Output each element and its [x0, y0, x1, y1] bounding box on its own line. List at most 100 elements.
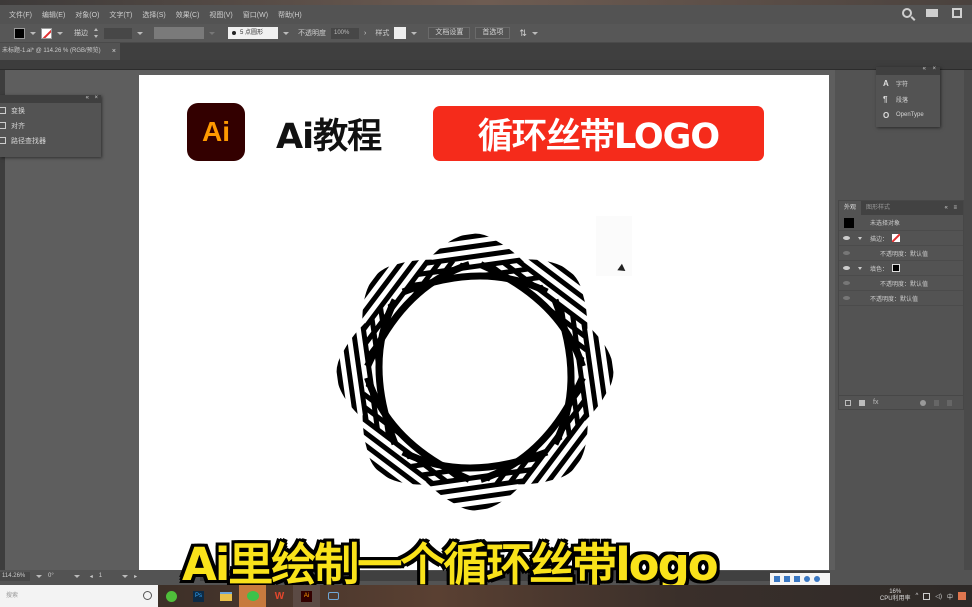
panel-header[interactable]: « × — [0, 95, 101, 103]
close-icon[interactable]: × — [932, 66, 936, 72]
visibility-eye-icon[interactable] — [843, 251, 850, 255]
notification-icon[interactable] — [958, 592, 966, 600]
cortana-icon[interactable] — [143, 591, 152, 600]
appearance-panel-footer: fx — [839, 395, 963, 409]
volume-icon[interactable]: ◁) — [935, 593, 942, 600]
chevron-right-icon[interactable]: › — [364, 30, 366, 37]
search-icon[interactable] — [902, 8, 912, 18]
stroke-weight-input[interactable] — [104, 27, 132, 39]
panel-menu-icon[interactable]: « ≡ — [944, 205, 959, 211]
ime-indicator[interactable]: 中 — [947, 592, 953, 601]
style-label: 样式 — [375, 30, 390, 37]
stroke-weight-stepper[interactable] — [93, 28, 99, 38]
appearance-fill-opacity-row[interactable]: 不透明度：默认值 — [839, 276, 963, 291]
artboard-number-field[interactable]: 1 — [99, 573, 102, 579]
delete-item-icon[interactable] — [947, 399, 953, 406]
menu-object[interactable]: 对象(O) — [70, 10, 104, 20]
zoom-level-field[interactable]: 114.26% — [0, 571, 30, 581]
appearance-stroke-row[interactable]: 描边： — [839, 231, 963, 246]
paragraph-icon: ¶ — [883, 94, 888, 104]
appearance-stroke-opacity-row[interactable]: 不透明度：默认值 — [839, 246, 963, 261]
arrange-icon[interactable]: ⇅ — [519, 28, 527, 39]
panel-item-pathfinder[interactable]: 路径查找器 — [0, 133, 101, 148]
cpu-meter[interactable]: 16% CPU利用率 — [880, 589, 911, 603]
menu-select[interactable]: 选择(S) — [137, 10, 170, 20]
taskbar-app-photoshop[interactable]: Ps — [185, 585, 212, 607]
taskbar-app-recorder[interactable] — [320, 585, 347, 607]
rotation-field[interactable]: 0° — [48, 573, 54, 579]
disclosure-triangle-icon[interactable] — [858, 266, 862, 270]
collapse-icon[interactable]: « — [923, 66, 926, 72]
menu-file[interactable]: 文件(F) — [4, 10, 37, 20]
disclosure-triangle-icon[interactable] — [858, 236, 862, 240]
menu-edit[interactable]: 编辑(E) — [37, 10, 70, 20]
opacity-input[interactable]: 100% — [331, 27, 359, 39]
document-tab[interactable]: 未标题-1.ai* @ 114.26 % (RGB/预览) × — [0, 43, 120, 60]
brush-definition-select[interactable]: 5 点圆形 — [228, 27, 278, 39]
tab-graphic-styles[interactable]: 图形样式 — [861, 201, 895, 215]
chevron-down-icon[interactable] — [30, 31, 36, 35]
appearance-opacity-row[interactable]: 不透明度：默认值 — [839, 291, 963, 306]
vertical-scrollbar[interactable] — [964, 70, 972, 570]
add-stroke-icon[interactable] — [845, 399, 851, 406]
panel-header[interactable]: « × — [876, 66, 940, 75]
panel-item-character[interactable]: A 字符 — [876, 75, 940, 91]
taskbar-app-wps[interactable]: W — [266, 585, 293, 607]
horizontal-ruler[interactable] — [0, 60, 972, 70]
collapse-icon[interactable]: « — [86, 95, 89, 101]
chevron-down-icon[interactable] — [531, 31, 538, 35]
close-icon[interactable]: × — [112, 43, 116, 60]
fill-swatch[interactable] — [892, 264, 901, 272]
preferences-button[interactable]: 首选项 — [475, 27, 511, 39]
network-icon[interactable] — [923, 592, 931, 600]
fill-swatch[interactable] — [14, 27, 25, 39]
variable-width-profile[interactable] — [154, 27, 204, 39]
taskbar-app-wechat[interactable] — [239, 585, 266, 607]
chevron-down-icon[interactable] — [122, 574, 129, 578]
stroke-swatch[interactable] — [41, 27, 52, 39]
duplicate-item-icon[interactable] — [934, 399, 940, 406]
taskbar-app-360[interactable] — [158, 585, 185, 607]
taskbar-search-input[interactable]: 搜索 — [0, 585, 158, 607]
taskbar-app-illustrator[interactable]: Ai — [293, 585, 320, 607]
prev-artboard-icon[interactable]: ◂ — [90, 573, 93, 580]
panel-item-paragraph[interactable]: ¶ 段落 — [876, 91, 940, 107]
ime-toolbar[interactable] — [770, 573, 830, 585]
taskbar-app-explorer[interactable] — [212, 585, 239, 607]
appearance-fill-row[interactable]: 填色： — [839, 261, 963, 276]
visibility-eye-icon[interactable] — [843, 281, 850, 285]
add-effect-icon[interactable]: fx — [873, 399, 878, 406]
stroke-swatch[interactable] — [892, 234, 901, 242]
clear-appearance-icon[interactable] — [920, 399, 927, 406]
workspace-icon[interactable] — [926, 9, 938, 17]
ribbon-logo[interactable] — [310, 210, 640, 530]
chevron-up-icon[interactable]: ^ — [916, 593, 919, 599]
menu-help[interactable]: 帮助(H) — [273, 10, 307, 20]
chevron-down-icon[interactable] — [209, 31, 215, 35]
visibility-eye-icon[interactable] — [843, 266, 850, 270]
chevron-down-icon[interactable] — [57, 31, 63, 35]
close-icon[interactable]: × — [94, 95, 98, 101]
panel-item-align[interactable]: 对齐 — [0, 118, 101, 133]
visibility-eye-icon[interactable] — [843, 236, 850, 240]
stroke-label: 描边 — [74, 30, 88, 37]
chevron-down-icon[interactable] — [411, 31, 418, 35]
panel-item-opentype[interactable]: O OpenType — [876, 107, 940, 123]
next-artboard-icon[interactable]: ▸ — [134, 573, 137, 580]
chevron-down-icon[interactable] — [73, 574, 80, 578]
chevron-down-icon[interactable] — [36, 574, 42, 578]
document-setup-button[interactable]: 文档设置 — [428, 27, 471, 39]
chevron-down-icon[interactable] — [137, 31, 143, 35]
arrange-documents-icon[interactable] — [952, 8, 962, 18]
chevron-down-icon[interactable] — [283, 31, 289, 35]
menu-view[interactable]: 视图(V) — [204, 10, 237, 20]
menu-window[interactable]: 窗口(W) — [238, 10, 273, 20]
add-fill-icon[interactable] — [859, 399, 865, 406]
graphic-style-swatch[interactable] — [394, 27, 407, 39]
menu-effect[interactable]: 效果(C) — [171, 10, 205, 20]
tab-appearance[interactable]: 外观 — [839, 201, 862, 215]
menu-type[interactable]: 文字(T) — [104, 10, 137, 20]
visibility-eye-icon[interactable] — [843, 296, 850, 300]
illustrator-icon: Ai — [301, 590, 312, 602]
panel-item-transform[interactable]: 变换 — [0, 103, 101, 118]
